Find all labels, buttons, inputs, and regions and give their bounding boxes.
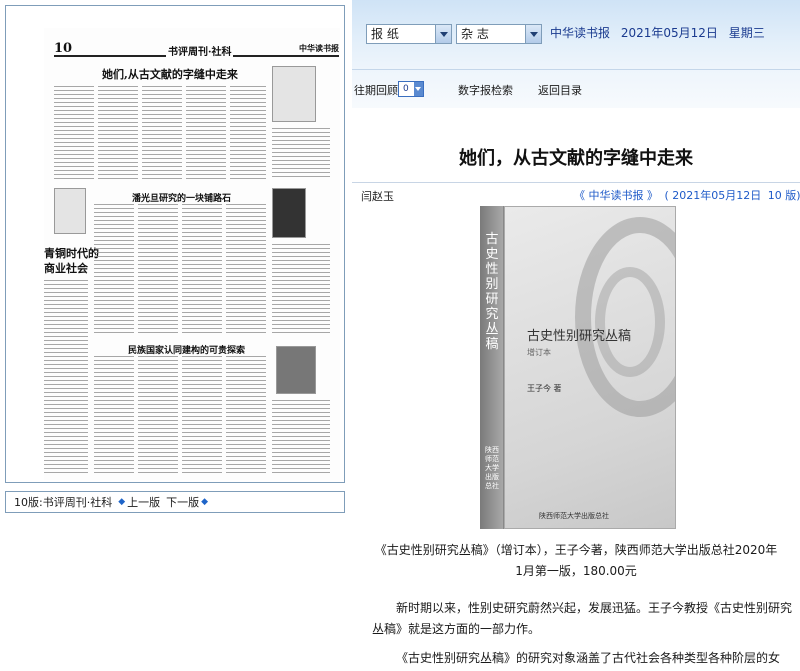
article-body-block[interactable] bbox=[230, 86, 266, 181]
book-cover-image bbox=[276, 346, 316, 394]
past-issues-select[interactable]: 0 bbox=[398, 81, 424, 97]
chevron-down-icon[interactable] bbox=[525, 25, 541, 43]
current-page-label: 10版:书评周刊·社科 bbox=[14, 496, 113, 509]
book-cover-image bbox=[272, 188, 306, 238]
source-publication: 《 中华读书报 》 bbox=[574, 189, 658, 202]
page-navigation: 10版:书评周刊·社科 ◆ 上一版 下一版 ◆ bbox=[5, 491, 345, 513]
magazine-select[interactable]: 杂 志 bbox=[456, 24, 542, 44]
article-title-link[interactable]: 潘光旦研究的一块铺路石 bbox=[132, 191, 231, 204]
past-issues-label: 往期回顾 bbox=[354, 84, 398, 97]
book-cover-photo: 古史性别研究丛稿 陕西师范大学出版总社 古史性别研究丛稿 增订本 王子今 著 陕… bbox=[480, 206, 676, 529]
article-body-block[interactable] bbox=[272, 244, 330, 334]
digital-search-link[interactable]: 数字报检索 bbox=[458, 82, 513, 98]
article-body-block[interactable] bbox=[182, 356, 222, 476]
article-body-block[interactable] bbox=[182, 204, 222, 334]
article-body-block[interactable] bbox=[142, 86, 182, 181]
article-body-block[interactable] bbox=[226, 356, 266, 476]
book-cover-image bbox=[54, 188, 86, 234]
article-pane: 报 纸 杂 志 中华读书报 2021年05月12日 星期三 往期回顾 0 数字报… bbox=[352, 0, 800, 671]
article-paragraph: 《古史性别研究丛稿》的研究对象涵盖了古代社会各种类型各种阶层的女性，有 bbox=[396, 651, 781, 665]
secondary-toolbar: 往期回顾 0 数字报检索 返回目录 bbox=[352, 70, 800, 108]
article-body-block[interactable] bbox=[94, 356, 134, 476]
top-toolbar: 报 纸 杂 志 中华读书报 2021年05月12日 星期三 bbox=[352, 0, 800, 70]
article-body-block[interactable] bbox=[272, 400, 330, 476]
next-page-link[interactable]: 下一版 ◆ bbox=[166, 494, 208, 510]
arrow-right-icon: ◆ bbox=[201, 497, 209, 507]
article-body-block[interactable] bbox=[138, 356, 178, 476]
article-body-block[interactable] bbox=[98, 86, 138, 181]
article-body-block[interactable] bbox=[186, 86, 226, 181]
article-title: 她们，从古文献的字缝中走来 bbox=[459, 148, 693, 169]
article-title-link[interactable]: 她们,从古文献的字缝中走来 bbox=[102, 66, 238, 82]
decorative-pattern bbox=[595, 267, 665, 377]
page-header: 10 书评周刊·社科 中华读书报 bbox=[54, 41, 339, 58]
issue-date: 2021年05月12日 bbox=[620, 26, 718, 40]
cover-author: 王子今 著 bbox=[527, 384, 562, 393]
article-source: 《 中华读书报 》 ( 2021年05月12日 10 版) bbox=[574, 187, 800, 203]
book-front-cover: 古史性别研究丛稿 增订本 王子今 著 陕西师范大学出版总社 bbox=[504, 206, 676, 529]
newspaper-page: 10 书评周刊·社科 中华读书报 她们,从古文献的字缝中走来 潘光旦研究的一块铺… bbox=[44, 28, 340, 480]
cover-publisher: 陕西师范大学出版总社 bbox=[539, 512, 609, 520]
article-body-block[interactable] bbox=[138, 204, 178, 334]
prev-page-label: 上一版 bbox=[127, 496, 161, 509]
article-body-block[interactable] bbox=[226, 204, 266, 334]
book-cover-image bbox=[272, 66, 316, 122]
newspaper-page-thumbnail[interactable]: 10 书评周刊·社科 中华读书报 她们,从古文献的字缝中走来 潘光旦研究的一块铺… bbox=[5, 5, 345, 483]
article-meta: 闫赵玉 《 中华读书报 》 ( 2021年05月12日 10 版) bbox=[352, 182, 800, 204]
magazine-select-value: 杂 志 bbox=[461, 27, 489, 41]
issue-weekday: 星期三 bbox=[728, 26, 765, 40]
image-caption: 《古史性别研究丛稿》（增订本），王子今著，陕西师范大学出版总社2020年1月第一… bbox=[374, 543, 778, 578]
article-paragraph: 新时期以来，性别史研究蔚然兴起，发展迅猛。王子今教授《古史性别研究丛稿》就是这方… bbox=[372, 601, 793, 636]
source-page: 10 版) bbox=[767, 189, 800, 202]
publication-name: 中华读书报 bbox=[550, 26, 611, 40]
source-date: ( 2021年05月12日 bbox=[664, 189, 762, 202]
newspaper-brand: 中华读书报 bbox=[299, 43, 339, 53]
arrow-left-icon: ◆ bbox=[118, 497, 126, 507]
publication-info: 中华读书报 2021年05月12日 星期三 bbox=[550, 24, 772, 42]
newspaper-select-value: 报 纸 bbox=[371, 27, 399, 41]
article-body-block[interactable] bbox=[272, 128, 330, 180]
past-issues-select-value: 0 bbox=[403, 84, 409, 94]
article-body-block[interactable] bbox=[94, 204, 134, 334]
chevron-down-icon[interactable] bbox=[435, 25, 451, 43]
article-body-block[interactable] bbox=[54, 86, 94, 181]
cover-title: 古史性别研究丛稿 bbox=[527, 329, 632, 344]
spine-publisher: 陕西师范大学出版总社 bbox=[485, 446, 499, 490]
article-body-block[interactable] bbox=[44, 280, 88, 476]
article-author: 闫赵玉 bbox=[361, 190, 394, 203]
prev-page-link[interactable]: ◆ 上一版 bbox=[118, 494, 160, 510]
article-title-link[interactable]: 民族国家认同建构的可贵探索 bbox=[128, 343, 245, 356]
newspaper-select[interactable]: 报 纸 bbox=[366, 24, 452, 44]
section-name: 书评周刊·社科 bbox=[166, 43, 234, 58]
page-number: 10 bbox=[54, 41, 73, 56]
next-page-label: 下一版 bbox=[166, 496, 200, 509]
cover-edition: 增订本 bbox=[527, 348, 551, 357]
book-spine: 古史性别研究丛稿 陕西师范大学出版总社 bbox=[480, 206, 504, 529]
spine-title: 古史性别研究丛稿 bbox=[485, 232, 499, 352]
back-to-toc-link[interactable]: 返回目录 bbox=[538, 82, 582, 98]
chevron-down-icon[interactable] bbox=[414, 82, 423, 96]
newspaper-pane: 10 书评周刊·社科 中华读书报 她们,从古文献的字缝中走来 潘光旦研究的一块铺… bbox=[0, 0, 352, 671]
